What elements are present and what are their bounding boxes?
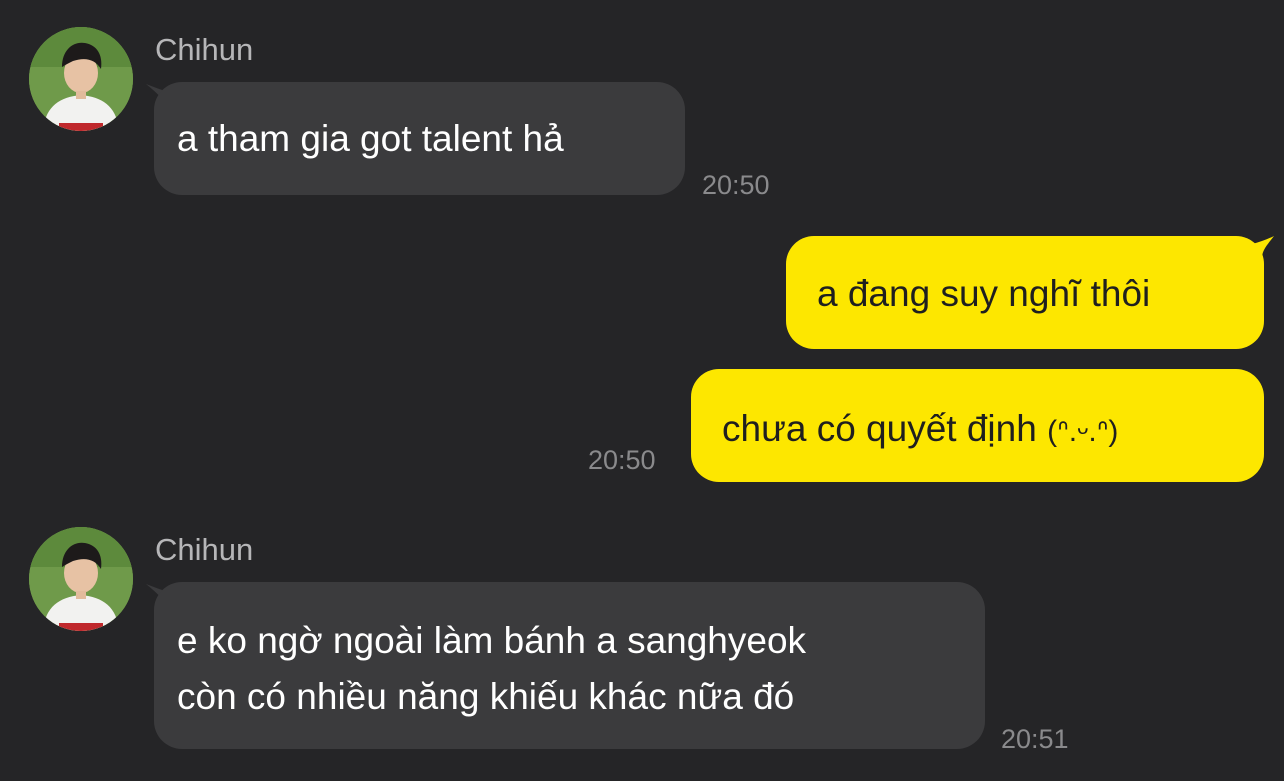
message-timestamp: 20:50 [588, 445, 656, 475]
sender-avatar[interactable] [29, 27, 133, 131]
sender-name: Chihun [155, 32, 254, 67]
message-timestamp: 20:50 [702, 170, 770, 200]
message-text: chưa có quyết định [722, 408, 1037, 449]
message-text-line: e ko ngờ ngoài làm bánh a sanghyeok [177, 620, 807, 661]
sender-name: Chihun [155, 532, 254, 567]
bubble-tail [1252, 236, 1274, 258]
kaomoji-emoticon: (ᐢ.ᵕ.ᐢ) [1047, 415, 1119, 448]
sender-avatar[interactable] [29, 527, 133, 631]
incoming-message-bubble[interactable]: e ko ngờ ngoài làm bánh a sanghyeok còn … [154, 582, 985, 749]
outgoing-message-bubble[interactable]: chưa có quyết định (ᐢ.ᵕ.ᐢ) [691, 369, 1264, 482]
message-text-line: còn có nhiều năng khiếu khác nữa đó [177, 676, 795, 717]
message-timestamp: 20:51 [1001, 724, 1069, 754]
outgoing-message-bubble[interactable]: a đang suy nghĩ thôi [786, 236, 1264, 349]
message-text: a tham gia got talent hả [177, 118, 564, 159]
profile-photo-avatar [29, 27, 133, 131]
incoming-message-bubble[interactable]: a tham gia got talent hả [154, 82, 685, 195]
message-text: a đang suy nghĩ thôi [817, 273, 1151, 314]
profile-photo-avatar [29, 527, 133, 631]
